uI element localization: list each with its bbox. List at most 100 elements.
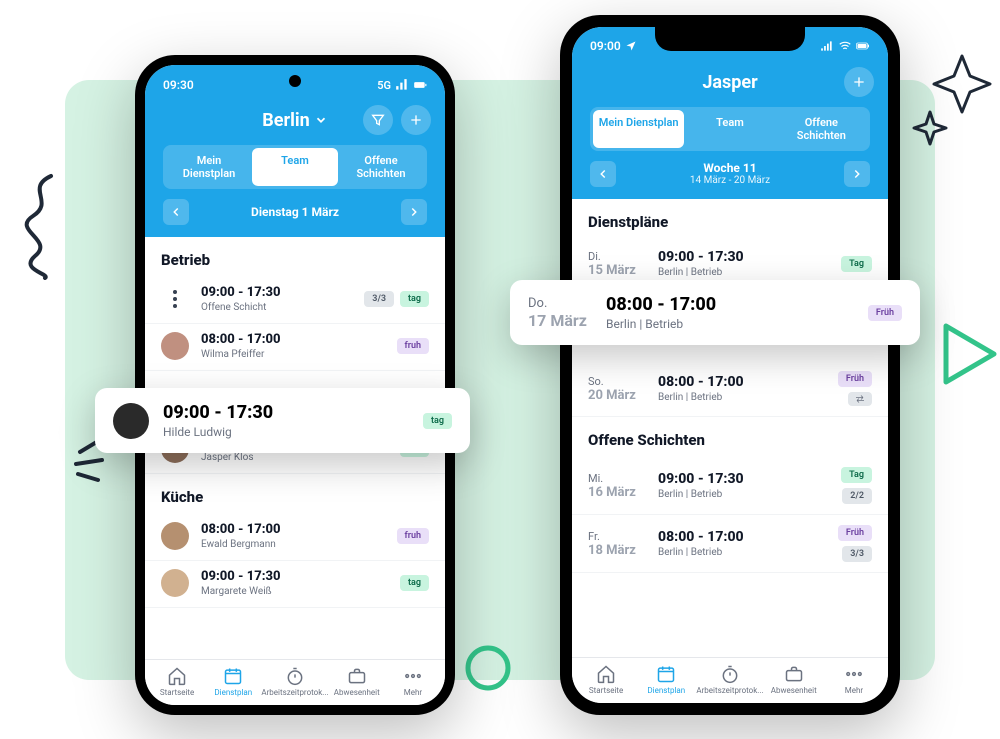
shift-time: 09:00 - 17:30 (658, 471, 827, 487)
shift-item[interactable]: 08:00 - 17:00 Ewald Bergmann fruh (145, 514, 445, 561)
plus-icon (851, 74, 867, 90)
tag-badge: tag (400, 575, 429, 591)
tab-startseite[interactable]: Startseite (149, 666, 205, 697)
seg-team[interactable]: Team (252, 148, 338, 186)
week-next-button[interactable] (844, 161, 870, 187)
week-item[interactable]: Mi. 16 März 09:00 - 17:30 Berlin | Betri… (572, 457, 888, 515)
seg-mein-dienstplan[interactable]: Mein Dienstplan (166, 148, 252, 186)
tab-label: Abwesenheit (771, 686, 817, 695)
phone-ios: 09:00 Jasper Mein Dienstplan Team (560, 15, 900, 715)
plus-icon (408, 112, 424, 128)
seg-offene-schichten[interactable]: Offene Schichten (776, 110, 867, 148)
view-segmented-control: Mein Dienstplan Team Offene Schichten (163, 145, 427, 189)
tag-badge: tag (400, 291, 429, 307)
android-camera-punch (289, 75, 301, 87)
shift-subtitle: Jasper Klos (201, 452, 388, 463)
tab-mehr[interactable]: Mehr (385, 666, 441, 697)
shift-subtitle: Berlin | Betrieb (658, 489, 827, 500)
seg-offene-schichten[interactable]: Offene Schichten (338, 148, 424, 186)
status-icons: 5G (377, 78, 427, 92)
avatar (161, 569, 189, 597)
section-title: Betrieb (145, 237, 445, 277)
shift-time: 08:00 - 17:00 (201, 522, 385, 537)
count-badge: 3/3 (364, 291, 394, 307)
status-time: 09:30 (163, 78, 194, 92)
status-icons (820, 39, 870, 53)
tag-badge: fruh (397, 338, 429, 354)
more-icon (844, 664, 864, 684)
bottom-tab-bar: Startseite Dienstplan Arbeitszeitprotok.… (572, 657, 888, 703)
highlighted-week-card[interactable]: Do. 17 März 08:00 - 17:00 Berlin | Betri… (510, 280, 920, 345)
shift-item-open[interactable]: 09:00 - 17:30 Offene Schicht 3/3 tag (145, 277, 445, 324)
section-title: Offene Schichten (572, 417, 888, 457)
add-button[interactable] (401, 105, 431, 135)
shift-item[interactable]: 08:00 - 17:00 Wilma Pfeiffer fruh (145, 324, 445, 371)
filter-button[interactable] (363, 105, 393, 135)
location-selector[interactable]: Berlin (262, 110, 327, 131)
shift-subtitle: Margarete Weiß (201, 586, 388, 597)
shift-subtitle: Berlin | Betrieb (658, 547, 824, 558)
tab-startseite[interactable]: Startseite (576, 664, 636, 695)
tag-badge: Früh (838, 525, 872, 541)
week-range: 14 März - 20 März (690, 175, 770, 187)
tab-abwesenheit[interactable]: Abwesenheit (329, 666, 385, 697)
date-next-button[interactable] (401, 199, 427, 225)
date-prev-button[interactable] (163, 199, 189, 225)
count-badge: 3/3 (842, 546, 872, 562)
tag-badge: Tag (841, 467, 872, 483)
seg-mein-dienstplan[interactable]: Mein Dienstplan (593, 110, 684, 148)
shift-subtitle: Berlin | Betrieb (658, 392, 824, 403)
decoration-circle (460, 640, 516, 696)
chevron-left-icon (169, 205, 183, 219)
week-list[interactable]: Dienstpläne Di. 15 März 09:00 - 17:30 Be… (572, 199, 888, 657)
tab-arbeitszeit[interactable]: Arbeitszeitprotok... (696, 664, 763, 695)
week-item[interactable]: Fr. 18 März 08:00 - 17:00 Berlin | Betri… (572, 515, 888, 573)
week-item[interactable]: So. 20 März 08:00 - 17:00 Berlin | Betri… (572, 361, 888, 417)
section-title: Küche (145, 474, 445, 514)
ios-notch (655, 27, 805, 51)
add-button[interactable] (844, 67, 874, 97)
week-dow: So. (588, 375, 644, 388)
tab-abwesenheit[interactable]: Abwesenheit (764, 664, 824, 695)
tab-mehr[interactable]: Mehr (824, 664, 884, 695)
shift-time: 08:00 - 17:00 (201, 332, 385, 347)
phone-android: 09:30 5G Berlin (135, 55, 455, 715)
week-dow: Do. (528, 296, 592, 311)
avatar (161, 522, 189, 550)
week-dow: Di. (588, 250, 644, 263)
current-date-label[interactable]: Dienstag 1 März (251, 205, 339, 219)
week-item-date: Do. 17 März (528, 296, 592, 330)
highlighted-shift-card[interactable]: 09:00 - 17:30 Hilde Ludwig tag (95, 388, 470, 453)
decoration-triangle (940, 320, 1000, 390)
tab-label: Dienstplan (214, 688, 252, 697)
view-segmented-control: Mein Dienstplan Team Offene Schichten (590, 107, 870, 151)
tag-badge: Früh (838, 371, 872, 387)
shift-subtitle: Berlin | Betrieb (606, 317, 854, 331)
status-network: 5G (377, 79, 391, 92)
location-arrow-icon (625, 40, 637, 52)
status-time: 09:00 (590, 39, 621, 53)
shift-time: 09:00 - 17:30 (658, 249, 827, 265)
shift-item[interactable]: 09:00 - 17:30 Margarete Weiß tag (145, 561, 445, 608)
tag-badge: Früh (868, 305, 902, 321)
seg-team[interactable]: Team (684, 110, 775, 148)
tab-label: Startseite (589, 686, 623, 695)
week-day: 16 März (588, 485, 644, 500)
tag-badge: tag (423, 413, 452, 429)
bottom-tab-bar: Startseite Dienstplan Arbeitszeitprotok.… (145, 659, 445, 705)
calendar-icon (223, 666, 243, 686)
page-title: Jasper (702, 72, 757, 93)
week-item-date: Fr. 18 März (588, 530, 644, 558)
week-dow: Mi. (588, 472, 644, 485)
week-item-date: Mi. 16 März (588, 472, 644, 500)
swap-icon (848, 392, 872, 406)
tab-dienstplan[interactable]: Dienstplan (636, 664, 696, 695)
tab-arbeitszeit[interactable]: Arbeitszeitprotok... (261, 666, 328, 697)
week-navigator: Woche 11 14 März - 20 März (586, 161, 874, 187)
chevron-right-icon (407, 205, 421, 219)
tag-badge: fruh (397, 528, 429, 544)
tab-dienstplan[interactable]: Dienstplan (205, 666, 261, 697)
section-title: Dienstpläne (572, 199, 888, 239)
week-prev-button[interactable] (590, 161, 616, 187)
chevron-down-icon (314, 113, 328, 127)
